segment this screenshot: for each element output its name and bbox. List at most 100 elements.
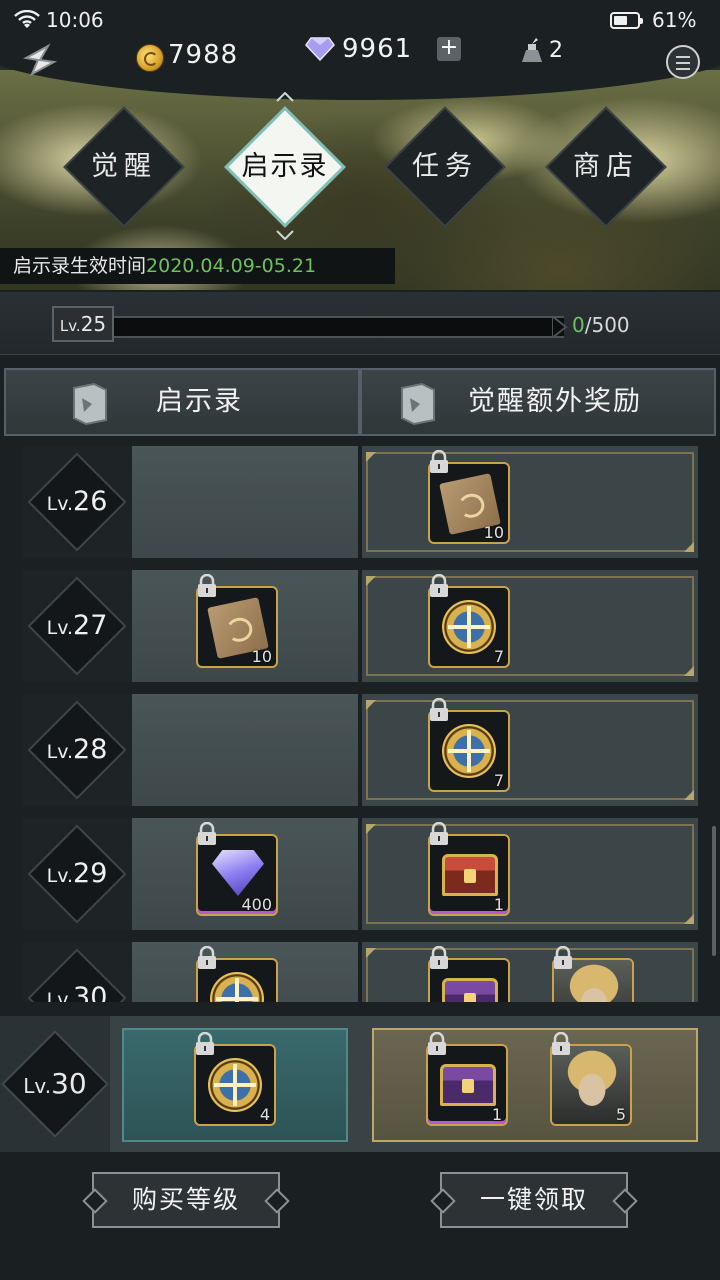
book-icon (401, 382, 435, 426)
reward-quantity: 4 (259, 1105, 270, 1124)
current-level-badge: Lv.25 (52, 306, 114, 342)
row-level-label: Lv.26 (46, 486, 108, 517)
claim-all-button[interactable]: 一键领取 (440, 1172, 628, 1228)
row-level-cell: Lv.26 (22, 446, 132, 558)
free-reward-cell[interactable] (132, 446, 358, 558)
back-icon[interactable] (18, 40, 62, 84)
reward-list[interactable]: Lv.26 10 Lv.27 10 7 Lv.28 7 Lv.29 400 1 Lv.30 (22, 442, 698, 1002)
current-premium-rewards[interactable]: 15 (372, 1028, 698, 1142)
reward-item[interactable]: 400 (196, 834, 278, 916)
lock-icon (196, 821, 218, 846)
battery-percent: 61% (652, 8, 697, 32)
compass-emblem-icon (208, 1058, 262, 1112)
premium-reward-cell[interactable] (362, 942, 698, 1002)
diamond-count: 9961 (342, 34, 413, 64)
free-column-header: 启示录 (4, 368, 360, 436)
row-level-cell: Lv.30 (22, 942, 132, 1002)
premium-reward-cell[interactable]: 1 (362, 818, 698, 930)
row-level-label: Lv.28 (46, 734, 108, 765)
scrollbar[interactable] (712, 826, 716, 956)
potion-icon (522, 38, 542, 62)
premium-reward-cell[interactable]: 10 (362, 446, 698, 558)
gold-treasure-chest-icon (440, 1064, 496, 1106)
premium-reward-cell[interactable]: 7 (362, 694, 698, 806)
premium-reward-cell[interactable]: 7 (362, 570, 698, 682)
row-level-label: Lv.29 (46, 858, 108, 889)
lock-icon (428, 449, 450, 474)
reward-item[interactable]: 5 (550, 1044, 632, 1126)
gold-coin-icon (136, 44, 164, 72)
tab-tasks[interactable]: 任务 (384, 106, 506, 228)
lock-icon (428, 945, 450, 970)
red-treasure-chest-icon (442, 854, 498, 896)
row-level-cell: Lv.28 (22, 694, 132, 806)
lock-icon (428, 821, 450, 846)
lock-icon (550, 1031, 572, 1056)
wifi-icon (14, 10, 40, 28)
reward-quantity: 1 (493, 895, 504, 914)
book-icon (73, 382, 107, 426)
period-dates: 2020.04.09-05.21 (146, 255, 317, 277)
lock-icon (552, 945, 574, 970)
diamond-gem-icon (212, 850, 264, 896)
potion-count: 2 (549, 38, 564, 63)
reward-quantity: 1 (491, 1105, 502, 1124)
tab-awaken[interactable]: 觉醒 (63, 106, 185, 228)
reward-quantity: 5 (615, 1105, 626, 1124)
reward-item[interactable]: 10 (196, 586, 278, 668)
exp-progress-text: 0/500 (572, 313, 630, 337)
reward-row: Lv.28 7 (22, 694, 698, 806)
reward-row: Lv.27 10 7 (22, 570, 698, 682)
tab-shop[interactable]: 商店 (545, 106, 667, 228)
reward-quantity: 10 (483, 523, 504, 542)
compass-emblem-icon (210, 972, 264, 1002)
battery-icon (610, 12, 643, 29)
clock: 10:06 (46, 8, 104, 32)
reward-row: Lv.29 400 1 (22, 818, 698, 930)
free-reward-cell[interactable] (132, 942, 358, 1002)
lock-icon (194, 1031, 216, 1056)
coin-count: 7988 (168, 40, 239, 70)
lock-icon (428, 697, 450, 722)
compass-emblem-icon (442, 600, 496, 654)
diamond-icon (305, 37, 335, 61)
period-label: 启示录生效时间 (13, 255, 147, 277)
free-reward-cell[interactable] (132, 694, 358, 806)
reward-quantity: 7 (493, 771, 504, 790)
reward-item[interactable]: 4 (194, 1044, 276, 1126)
reward-row: Lv.26 10 (22, 446, 698, 558)
chevron-up-icon (276, 92, 294, 102)
gold-treasure-chest-icon (442, 978, 498, 1002)
buy-level-button[interactable]: 购买等级 (92, 1172, 280, 1228)
current-free-rewards[interactable]: 4 (122, 1028, 348, 1142)
premium-column-header: 觉醒额外奖励 (360, 368, 716, 436)
reward-item[interactable]: 1 (428, 834, 510, 916)
free-reward-cell[interactable]: 400 (132, 818, 358, 930)
reward-row: Lv.30 (22, 942, 698, 1002)
lock-icon (196, 945, 218, 970)
add-diamond-button[interactable]: + (437, 37, 461, 61)
row-level-label: Lv.30 (46, 982, 108, 1002)
chevron-down-icon (276, 230, 294, 240)
tab-apocalypse[interactable]: 启示录 (224, 106, 346, 228)
compass-emblem-icon (442, 724, 496, 778)
lock-icon (428, 573, 450, 598)
reward-quantity: 10 (251, 647, 272, 666)
reward-item[interactable]: 7 (428, 710, 510, 792)
reward-quantity: 7 (493, 647, 504, 666)
arrow-right-icon (552, 316, 568, 338)
menu-button[interactable] (666, 45, 700, 79)
free-reward-cell[interactable]: 10 (132, 570, 358, 682)
reward-quantity: 400 (241, 895, 272, 914)
effective-period: 启示录生效时间2020.04.09-05.21 (0, 248, 395, 284)
reward-item[interactable]: 7 (428, 586, 510, 668)
lock-icon (426, 1031, 448, 1056)
reward-item[interactable]: 1 (426, 1044, 508, 1126)
row-level-cell: Lv.29 (22, 818, 132, 930)
exp-progress-bar (114, 316, 564, 338)
row-level-cell: Lv.27 (22, 570, 132, 682)
lock-icon (196, 573, 218, 598)
reward-item[interactable]: 10 (428, 462, 510, 544)
row-level-label: Lv.27 (46, 610, 108, 641)
current-row-level: Lv.30 (23, 1067, 87, 1100)
